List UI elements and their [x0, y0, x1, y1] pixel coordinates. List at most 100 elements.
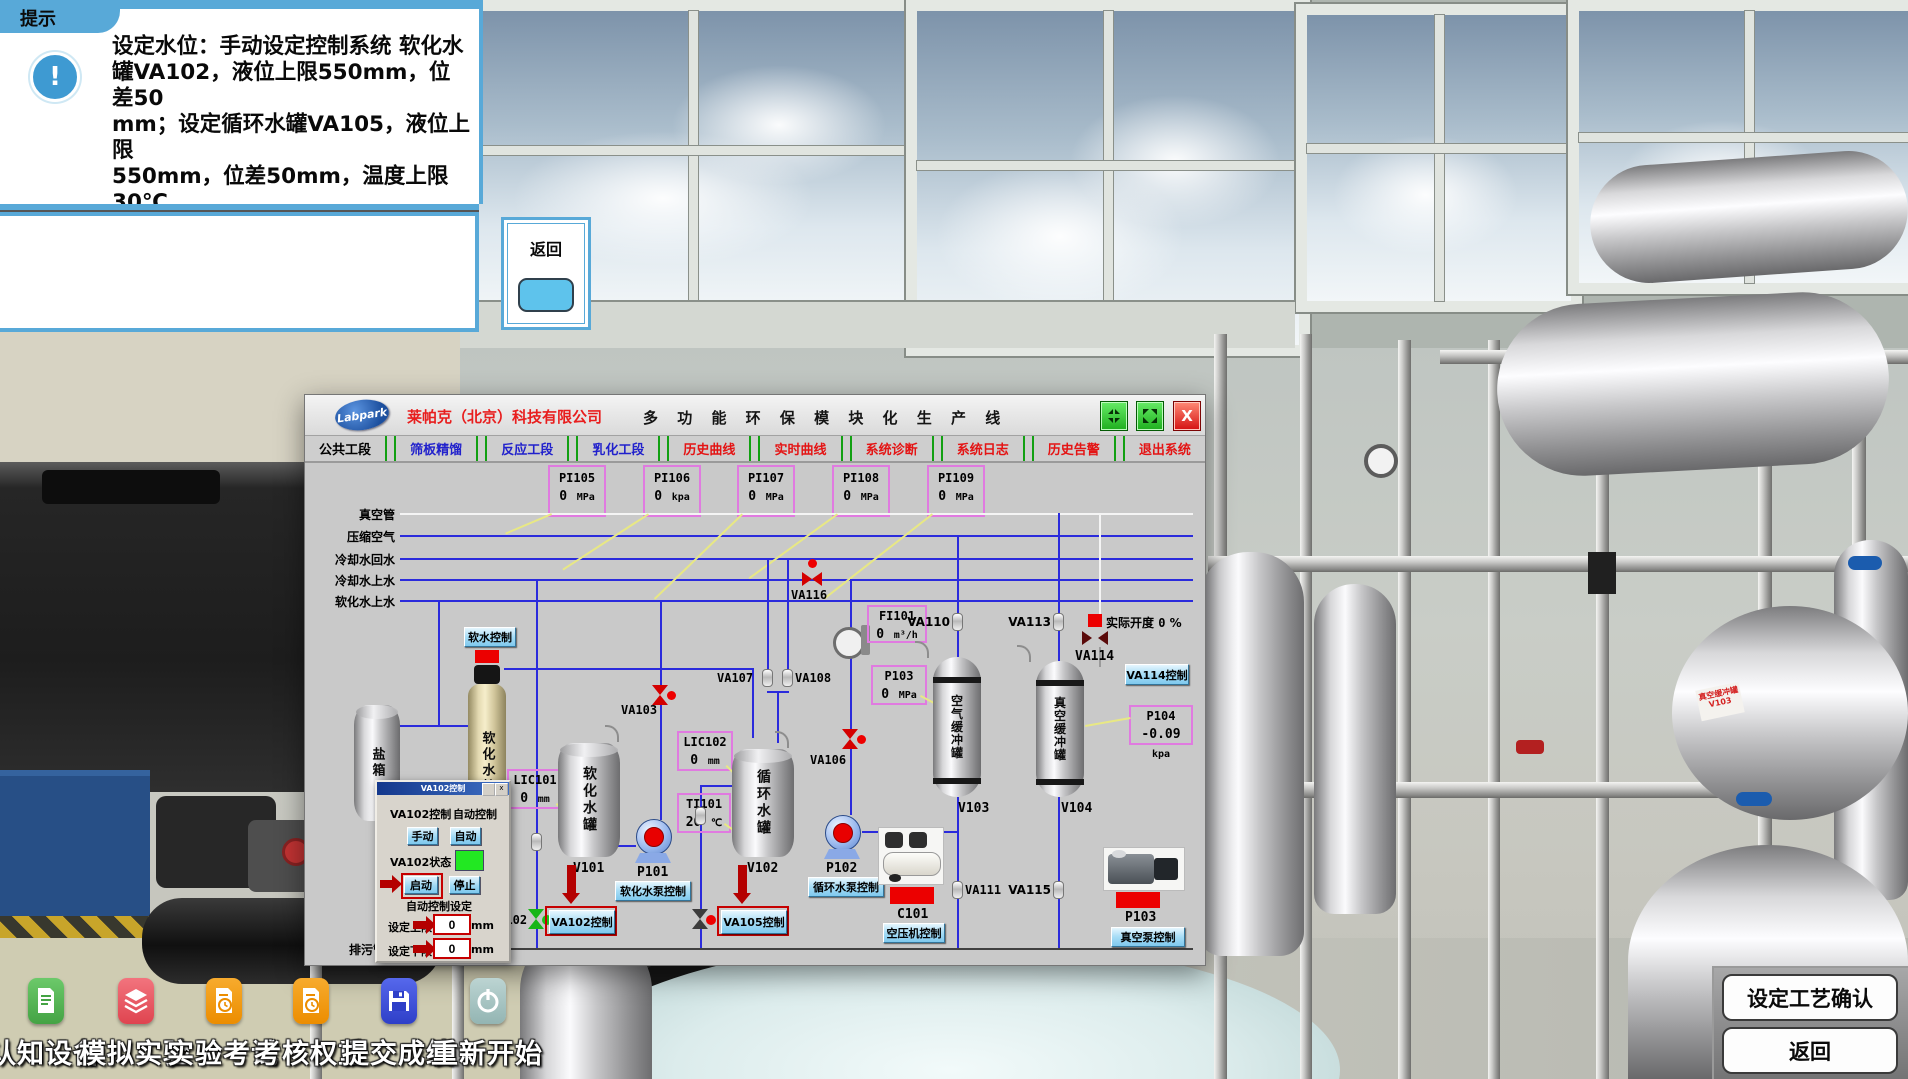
marble-counter — [0, 462, 308, 792]
pipe — [1058, 797, 1060, 948]
tab-realtime-curve[interactable]: 实时曲线 — [760, 436, 840, 461]
menu-separator — [476, 436, 487, 461]
floppy-icon — [387, 989, 411, 1013]
tab-history-alarm[interactable]: 历史告警 — [1034, 436, 1114, 461]
salt-tank-label: 盐箱 — [368, 747, 387, 779]
tab-exit-system[interactable]: 退出系统 — [1125, 436, 1205, 461]
auto-button[interactable]: 自动 — [450, 827, 481, 845]
va105-control-frame: VA105控制 — [717, 906, 789, 936]
return-box-button[interactable] — [518, 278, 574, 312]
valve-VA108[interactable] — [782, 669, 793, 687]
tab-sieve-distillation[interactable]: 筛板精馏 — [396, 436, 476, 461]
soft-water-control-button[interactable]: 软水控制 — [464, 627, 516, 647]
valve-VA107[interactable] — [762, 669, 773, 687]
instrument-PI107: PI107 0 MPa — [737, 465, 795, 517]
vacuum-pump-P103-image — [1103, 847, 1185, 891]
stop-button[interactable]: 停止 — [449, 876, 480, 894]
red-arrow-down — [567, 865, 576, 893]
instrument-PI109: PI109 0 MPa — [927, 465, 985, 517]
manual-button[interactable]: 手动 — [407, 827, 438, 845]
valve-VA103[interactable] — [652, 685, 668, 705]
p103-control-button[interactable]: 真空泵控制 — [1111, 927, 1185, 947]
menu-separator — [932, 436, 943, 461]
auto-set-title: 自动控制设定 — [406, 898, 472, 914]
toolbar-icon-weights[interactable] — [293, 978, 329, 1024]
lower-limit-unit: mm — [471, 943, 494, 956]
tab-system-diagnosis[interactable]: 系统诊断 — [852, 436, 932, 461]
valve-label-VA103: VA103 — [621, 703, 657, 717]
valve-VA114[interactable] — [1082, 631, 1108, 645]
process-confirm-button[interactable]: 设定工艺确认 — [1722, 974, 1898, 1021]
toolbar-icon-cognize[interactable] — [28, 978, 64, 1024]
p102-control-button[interactable]: 循环水泵控制 — [808, 877, 884, 897]
tank-V102-tag: V102 — [747, 861, 778, 876]
shrink-window-button[interactable] — [1100, 401, 1128, 431]
hint-panel: 提示 ! 设定水位：手动设定控制系统 软化水 罐VA102，液位上限550mm，… — [0, 0, 483, 204]
tank-V102: 循环水罐 — [732, 749, 794, 857]
hint-line: mm；设定循环水罐VA105，液位上限 — [112, 112, 470, 163]
pipe — [957, 797, 959, 948]
pump-P102-tag: P102 — [826, 861, 857, 876]
valve-VA111[interactable] — [952, 881, 963, 899]
p103-indicator — [1116, 892, 1160, 908]
return-box: 返回 — [501, 217, 591, 330]
valve-VA116[interactable] — [802, 572, 822, 586]
toolbar-icon-exam[interactable] — [206, 978, 242, 1024]
tab-history-curve[interactable]: 历史曲线 — [669, 436, 749, 461]
tab-system-log[interactable]: 系统日志 — [943, 436, 1023, 461]
power-icon — [475, 988, 501, 1014]
toolbar-icon-simulate[interactable] — [118, 978, 154, 1024]
pipe-label-cool-supply: 冷却水上水 — [333, 572, 395, 589]
popup-title: VA102控制 — [421, 783, 466, 794]
tab-emulsify-section[interactable]: 乳化工段 — [578, 436, 658, 461]
pipe — [850, 747, 852, 815]
valve-bead — [531, 833, 542, 851]
p101-control-button[interactable]: 软化水泵控制 — [615, 881, 691, 901]
upper-limit-input[interactable] — [433, 914, 471, 935]
compressor-C101-image — [878, 827, 944, 885]
pipe — [397, 725, 470, 727]
pipe — [400, 535, 1193, 537]
pipe — [702, 785, 732, 787]
valve-VA113[interactable] — [1053, 613, 1064, 631]
alu-post — [1488, 340, 1500, 1079]
va102-control-button[interactable]: VA102控制 — [549, 910, 615, 934]
hint-line: 罐VA102，液位上限550mm，位差50 — [112, 60, 450, 111]
popup-restore-button[interactable] — [482, 783, 495, 796]
tank-V102-name: 循环水罐 — [753, 769, 773, 837]
pipe — [660, 705, 662, 820]
hint-tab — [0, 0, 120, 33]
toolbar-label[interactable]: 重新开始 — [412, 1032, 562, 1071]
tab-reaction-section[interactable]: 反应工段 — [487, 436, 567, 461]
scada-titlebar: Labpark 莱帕克（北京）科技有限公司 多 功 能 环 保 模 块 化 生 … — [305, 395, 1205, 436]
valve-VA115[interactable] — [1053, 881, 1064, 899]
menu-separator — [841, 436, 852, 461]
leader-line — [1085, 717, 1131, 727]
instrument-P104: P104 -0.09 kpa — [1129, 705, 1193, 745]
start-button[interactable]: 启动 — [404, 876, 438, 894]
tank-vent — [915, 641, 929, 658]
company-name: 莱帕克（北京）科技有限公司 — [407, 406, 602, 427]
layers-icon — [124, 988, 148, 1014]
document-icon — [35, 987, 57, 1015]
toolbar-icon-submit[interactable] — [381, 978, 417, 1024]
va114-control-button[interactable]: VA114控制 — [1125, 664, 1189, 685]
pressure-gauge — [1364, 444, 1398, 478]
tab-public-section[interactable]: 公共工段 — [305, 436, 385, 461]
expand-window-button[interactable] — [1136, 401, 1164, 431]
leader-line — [654, 514, 743, 600]
status-indicator — [455, 850, 484, 871]
valve-label-VA110: VA110 — [888, 615, 950, 629]
menu-separator — [1023, 436, 1034, 461]
toolbar-icon-restart[interactable] — [470, 978, 506, 1024]
back-button[interactable]: 返回 — [1722, 1027, 1898, 1074]
lower-limit-input[interactable] — [433, 938, 471, 959]
valve-VA110[interactable] — [952, 613, 963, 631]
close-window-button[interactable]: X — [1173, 401, 1201, 431]
c101-control-button[interactable]: 空压机控制 — [883, 923, 945, 943]
va105-control-button[interactable]: VA105控制 — [721, 910, 787, 934]
valve-label-VA106: VA106 — [810, 753, 846, 767]
valve-indicator — [857, 735, 866, 744]
popup-close-button[interactable]: x — [495, 783, 508, 796]
valve-VA106[interactable] — [842, 729, 858, 749]
